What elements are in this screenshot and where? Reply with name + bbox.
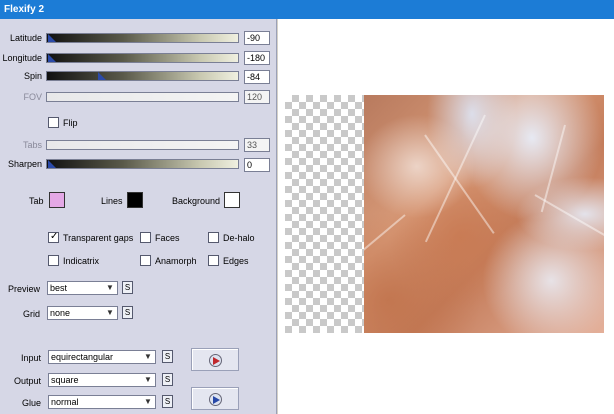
sharpen-value-input[interactable]: 0: [244, 158, 270, 172]
glue-select[interactable]: normal ▼: [48, 395, 156, 409]
controls-panel: Latitude -90 Longitude -180 Spin -84 FOV…: [0, 19, 277, 414]
latitude-value-input[interactable]: -90: [244, 31, 270, 45]
transparency-checkerboard: [285, 95, 365, 333]
sharpen-slider[interactable]: [46, 159, 239, 169]
output-s-button[interactable]: S: [162, 373, 173, 386]
background-color-label: Background: [172, 196, 221, 206]
latitude-label: Latitude: [9, 33, 42, 43]
glue-select-value: normal: [51, 397, 79, 407]
window-title-bar: Flexify 2: [0, 0, 614, 19]
chevron-down-icon: ▼: [106, 283, 114, 292]
spin-label: Spin: [23, 71, 42, 81]
input-select[interactable]: equirectangular ▼: [48, 350, 156, 364]
fov-slider[interactable]: [46, 92, 239, 102]
transparent-gaps-checkbox[interactable]: [48, 231, 59, 243]
spin-value-input[interactable]: -84: [244, 70, 270, 84]
grid-select-value: none: [50, 308, 71, 318]
de-halo-checkbox[interactable]: [208, 232, 219, 243]
tab-color-label: Tab: [29, 196, 44, 206]
output-select-value: square: [51, 375, 79, 385]
preview-select-value: best: [50, 283, 68, 293]
fov-value-input[interactable]: 120: [244, 90, 270, 104]
spin-slider[interactable]: [46, 71, 239, 81]
preview-image[interactable]: [364, 95, 604, 333]
output-select[interactable]: square ▼: [48, 373, 156, 387]
faces-checkbox[interactable]: [140, 232, 151, 243]
flip-label: Flip: [63, 118, 78, 128]
play-red-icon: [209, 354, 222, 367]
lines-color-swatch[interactable]: [127, 192, 143, 208]
de-halo-label: De-halo: [223, 233, 255, 243]
edges-label: Edges: [223, 256, 249, 266]
sharpen-label: Sharpen: [7, 159, 42, 169]
flip-checkbox[interactable]: [48, 117, 59, 128]
longitude-label: Longitude: [2, 53, 42, 63]
lines-color-label: Lines: [101, 196, 123, 206]
preview-panel: [278, 19, 614, 414]
grid-s-button[interactable]: S: [122, 306, 133, 319]
anamorph-checkbox[interactable]: [140, 255, 151, 266]
glue-label: Glue: [21, 398, 41, 408]
tabs-label: Tabs: [22, 140, 42, 150]
input-s-button[interactable]: S: [162, 350, 173, 363]
tabs-slider[interactable]: [46, 140, 239, 150]
input-label: Input: [20, 353, 41, 363]
chevron-down-icon: ▼: [144, 397, 152, 406]
indicatrix-checkbox[interactable]: [48, 255, 59, 266]
chevron-down-icon: ▼: [106, 308, 114, 317]
chevron-down-icon: ▼: [144, 375, 152, 384]
input-play-button[interactable]: [191, 348, 239, 371]
grid-select[interactable]: none ▼: [47, 306, 118, 320]
latitude-slider[interactable]: [46, 33, 239, 43]
transparent-gaps-label: Transparent gaps: [63, 233, 134, 243]
tabs-value-input[interactable]: 33: [244, 138, 270, 152]
glue-play-button[interactable]: [191, 387, 239, 410]
indicatrix-label: Indicatrix: [63, 256, 100, 266]
anamorph-label: Anamorph: [155, 256, 197, 266]
grid-label: Grid: [22, 309, 40, 319]
preview-label: Preview: [7, 284, 40, 294]
fov-label: FOV: [23, 92, 42, 102]
output-label: Output: [13, 376, 41, 386]
longitude-value-input[interactable]: -180: [244, 51, 270, 65]
preview-select[interactable]: best ▼: [47, 281, 118, 295]
input-select-value: equirectangular: [51, 352, 114, 362]
background-color-swatch[interactable]: [224, 192, 240, 208]
tab-color-swatch[interactable]: [49, 192, 65, 208]
chevron-down-icon: ▼: [144, 352, 152, 361]
glue-s-button[interactable]: S: [162, 395, 173, 408]
edges-checkbox[interactable]: [208, 255, 219, 266]
window-title: Flexify 2: [4, 4, 45, 15]
faces-label: Faces: [155, 233, 180, 243]
play-blue-icon: [209, 393, 222, 406]
longitude-slider[interactable]: [46, 53, 239, 63]
preview-s-button[interactable]: S: [122, 281, 133, 294]
